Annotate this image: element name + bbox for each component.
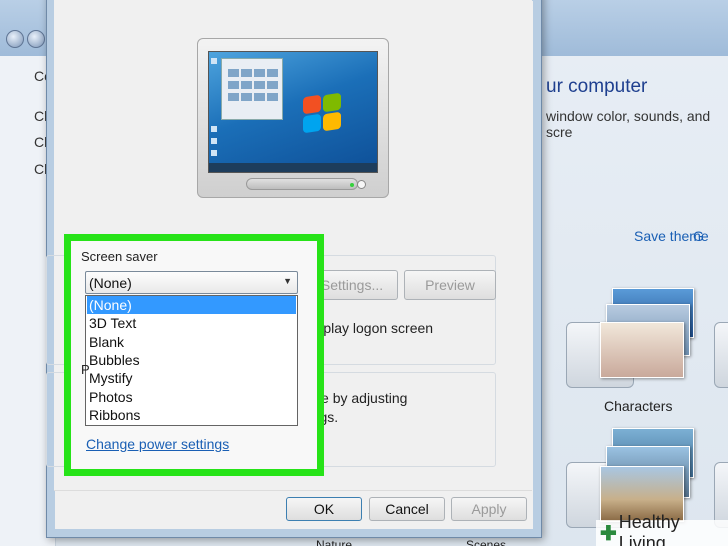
- power-group-label: P: [81, 362, 90, 377]
- ok-button[interactable]: OK: [286, 497, 362, 521]
- preview-taskbar: [209, 163, 377, 172]
- windows-logo-icon: [301, 92, 343, 134]
- monitor-base: [246, 178, 358, 190]
- dropdown-value: (None): [89, 275, 132, 291]
- theme-nature-label: Nature: [316, 538, 353, 546]
- forward-button[interactable]: [27, 30, 45, 48]
- page-subtitle: window color, sounds, and scre: [546, 108, 711, 140]
- power-led-icon: [350, 183, 354, 187]
- divider: [54, 490, 532, 491]
- monitor-preview: [197, 38, 389, 198]
- preview-window: [221, 58, 283, 120]
- screen-saver-options-list[interactable]: (None) 3D Text Blank Bubbles Mystify Pho…: [85, 295, 298, 426]
- theme-scenes-label: Scenes: [466, 538, 507, 546]
- watermark: ✚ Healthy Living: [596, 512, 728, 546]
- power-button-icon: [357, 180, 366, 189]
- watermark-text: Healthy Living: [618, 512, 680, 546]
- theme-photo: [600, 322, 684, 378]
- monitor-screen: [208, 51, 378, 173]
- option-ribbons[interactable]: Ribbons: [87, 406, 296, 424]
- option-mystify[interactable]: Mystify: [87, 369, 296, 387]
- plus-icon: ✚: [600, 522, 617, 545]
- preview-button[interactable]: Preview: [404, 270, 496, 300]
- option-photos[interactable]: Photos: [87, 388, 296, 406]
- screen-saver-dropdown[interactable]: (None) ▼: [85, 271, 298, 294]
- screen-saver-label: Screen saver: [81, 249, 158, 264]
- option-bubbles[interactable]: Bubbles: [87, 351, 296, 369]
- apply-button[interactable]: Apply: [451, 497, 527, 521]
- change-power-settings-link[interactable]: Change power settings: [86, 436, 229, 452]
- option-none[interactable]: (None): [87, 296, 296, 314]
- cancel-button[interactable]: Cancel: [369, 497, 445, 521]
- theme-characters-label: Characters: [604, 398, 673, 414]
- chevron-down-icon: ▼: [283, 276, 292, 286]
- option-3d-text[interactable]: 3D Text: [87, 314, 296, 332]
- option-blank[interactable]: Blank: [87, 333, 296, 351]
- back-button[interactable]: [6, 30, 24, 48]
- theme-thumb-partial[interactable]: [714, 322, 728, 388]
- page-title: ur computer: [546, 76, 648, 97]
- get-more-themes-link[interactable]: G: [693, 228, 704, 244]
